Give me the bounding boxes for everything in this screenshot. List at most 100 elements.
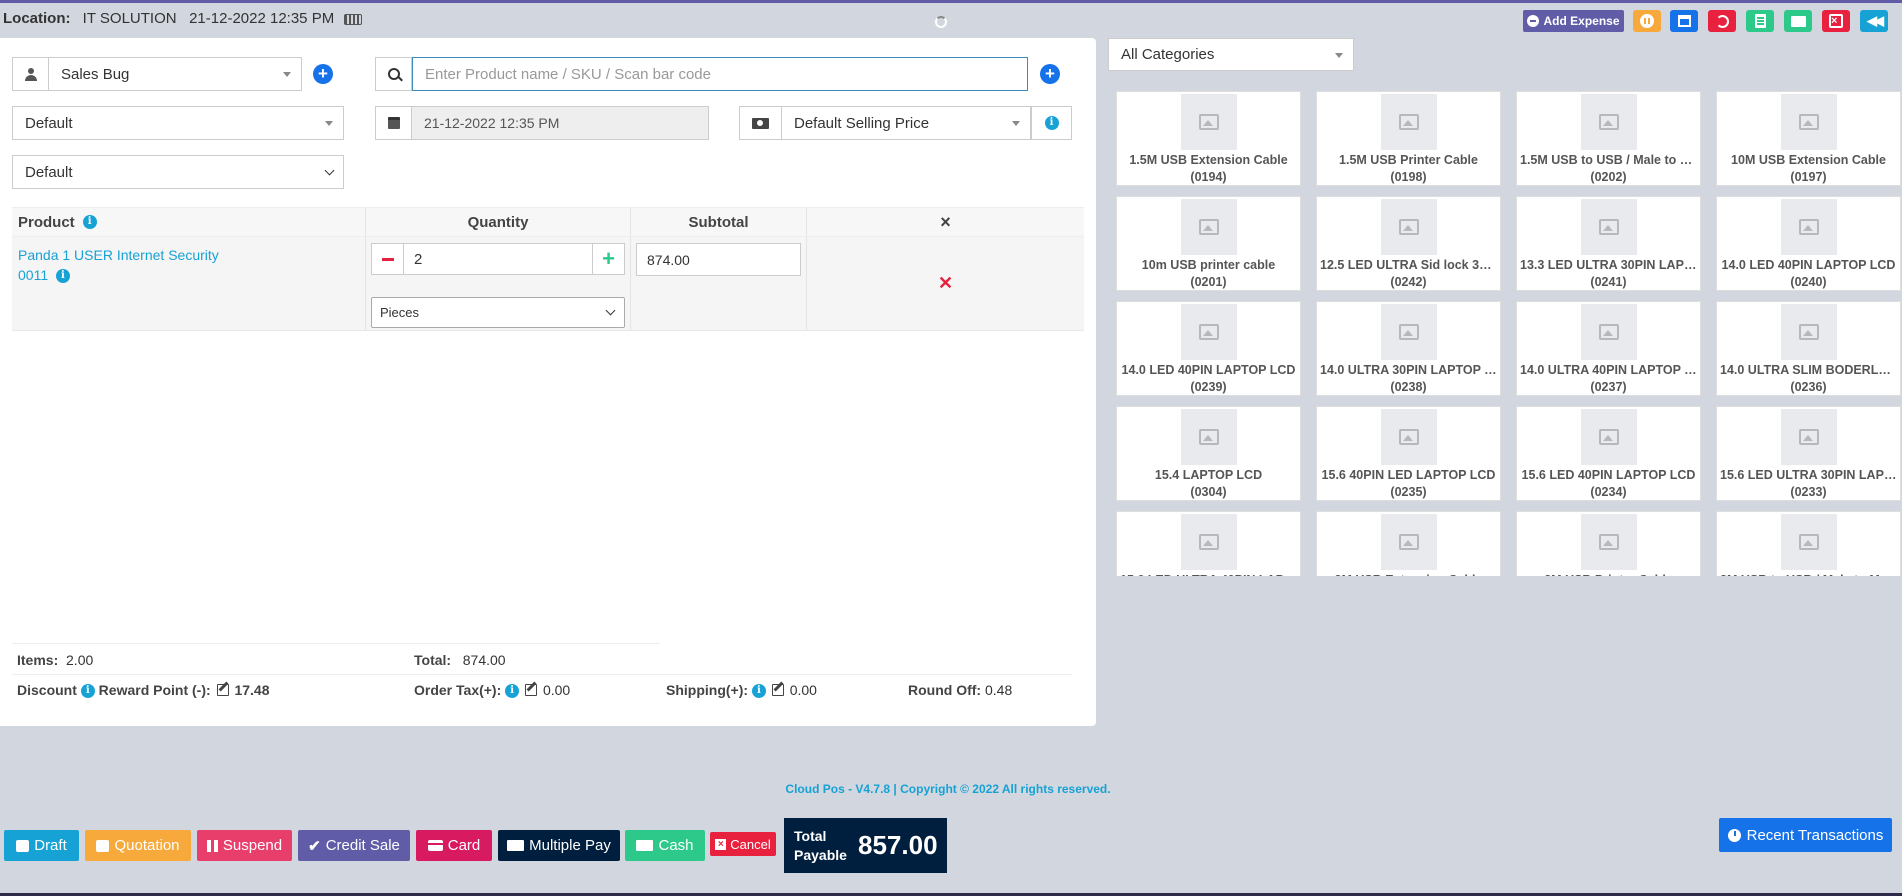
- price-group-select[interactable]: Default: [12, 106, 344, 140]
- category-select[interactable]: All Categories: [1108, 38, 1354, 71]
- round-off: Round Off: 0.48: [908, 682, 1012, 698]
- product-image: [1780, 409, 1837, 465]
- unit-value: Pieces: [380, 305, 420, 320]
- decrease-qty-button[interactable]: [372, 244, 404, 274]
- add-product-icon[interactable]: +: [1040, 64, 1060, 84]
- close-icon: ×: [715, 838, 727, 850]
- close-register-button[interactable]: ×: [1822, 10, 1850, 32]
- product-card[interactable]: 15.6 LED ULTRA 40PIN LAPTOP: [1116, 511, 1301, 576]
- product-card-name: 14.0 ULTRA 30PIN LAPTOP LCD: [1320, 363, 1500, 377]
- divider: [12, 643, 660, 644]
- customer-select[interactable]: Sales Bug: [12, 57, 302, 91]
- product-card-name: 14.0 LED 40PIN LAPTOP LCD: [1121, 363, 1296, 377]
- product-card-name: 15.6 LED ULTRA 30PIN LAPTOP LCD: [1720, 468, 1900, 482]
- total-value: 874.00: [462, 652, 506, 668]
- price-group-info-button[interactable]: i: [1031, 106, 1072, 140]
- product-card-name: 13.3 LED ULTRA 30PIN LAPTOP LCD: [1520, 258, 1700, 272]
- info-icon[interactable]: i: [80, 684, 95, 699]
- total-label: Total:: [414, 652, 452, 668]
- quotation-button[interactable]: Quotation: [85, 830, 191, 861]
- product-image: [1180, 304, 1237, 360]
- unit-select[interactable]: Pieces: [371, 297, 625, 328]
- card-button[interactable]: Card: [416, 830, 492, 861]
- image-placeholder-icon: [1798, 534, 1819, 550]
- column-subtotal: Subtotal: [631, 208, 807, 236]
- shipping: Shipping(+): i 0.00: [666, 682, 817, 699]
- info-icon[interactable]: i: [82, 215, 97, 229]
- image-placeholder-icon: [1598, 324, 1619, 340]
- calendar-icon: [387, 117, 400, 129]
- multiple-pay-button[interactable]: Multiple Pay: [498, 830, 620, 861]
- product-card[interactable]: 10M USB Extension Cable (0197): [1716, 91, 1901, 186]
- product-card[interactable]: 12.5 LED ULTRA Sid lock 30PIN (0242): [1316, 196, 1501, 291]
- keyboard-icon[interactable]: [344, 13, 363, 25]
- product-card[interactable]: 13.3 LED ULTRA 30PIN LAPTOP LCD (0241): [1516, 196, 1701, 291]
- product-card-sku: (0240): [1790, 275, 1827, 289]
- add-expense-button[interactable]: Add Expense: [1523, 10, 1624, 32]
- product-image: [1580, 514, 1637, 570]
- edit-icon[interactable]: [771, 684, 784, 696]
- cancel-label: Cancel: [730, 836, 771, 852]
- recent-transactions-button[interactable]: Recent Transactions: [1719, 818, 1892, 852]
- product-card-name: 15.4 LAPTOP LCD: [1154, 468, 1263, 482]
- draft-button[interactable]: Draft: [4, 830, 79, 861]
- cancel-button[interactable]: × Cancel: [710, 832, 776, 856]
- selling-price-group-select[interactable]: Default Selling Price: [739, 106, 1031, 140]
- image-placeholder-icon: [1398, 429, 1419, 445]
- product-card[interactable]: 2M USB Extension Cable: [1316, 511, 1501, 576]
- product-name-link[interactable]: Panda 1 USER Internet Security: [18, 245, 359, 265]
- product-card-name: 14.0 ULTRA SLIM BODERLESS LCD: [1720, 363, 1900, 377]
- product-card[interactable]: 2M USB Printer Cable: [1516, 511, 1701, 576]
- briefcase-button[interactable]: [1784, 10, 1812, 32]
- product-card-sku: (0236): [1790, 380, 1827, 394]
- product-card[interactable]: 14.0 ULTRA 30PIN LAPTOP LCD (0238): [1316, 301, 1501, 396]
- remove-row-button[interactable]: ✕: [807, 237, 1084, 330]
- service-type-select[interactable]: Default: [12, 155, 344, 189]
- pause-icon: [1640, 14, 1654, 28]
- product-card-name: 2M USB Printer Cable: [1517, 573, 1700, 576]
- product-card[interactable]: 14.0 ULTRA 40PIN LAPTOP LCD (0237): [1516, 301, 1701, 396]
- round-off-label: Round Off:: [908, 682, 982, 698]
- image-placeholder-icon: [1598, 429, 1619, 445]
- info-icon[interactable]: i: [55, 269, 70, 284]
- undo-button[interactable]: [1708, 10, 1736, 32]
- product-card[interactable]: 2M USB to USB / Male to Male: [1716, 511, 1901, 576]
- register-details-button[interactable]: [1670, 10, 1698, 32]
- image-placeholder-icon: [1398, 534, 1419, 550]
- edit-icon[interactable]: [216, 684, 229, 696]
- caret-down-icon: [325, 121, 333, 126]
- product-image: [1380, 199, 1437, 255]
- info-icon[interactable]: i: [751, 684, 766, 699]
- product-card[interactable]: 15.6 40PIN LED LAPTOP LCD (0235): [1316, 406, 1501, 501]
- transaction-date-input[interactable]: 21-12-2022 12:35 PM: [412, 107, 708, 139]
- info-icon[interactable]: i: [505, 684, 520, 699]
- card-label: Card: [447, 837, 481, 854]
- product-card[interactable]: 15.6 LED ULTRA 30PIN LAPTOP LCD (0233): [1716, 406, 1901, 501]
- calculator-button[interactable]: [1746, 10, 1774, 32]
- customer-value: Sales Bug: [61, 65, 130, 83]
- product-card[interactable]: 14.0 ULTRA SLIM BODERLESS LCD (0236): [1716, 301, 1901, 396]
- suspend-button[interactable]: Suspend: [197, 830, 292, 861]
- window-icon: [1677, 15, 1691, 27]
- product-search-input[interactable]: Enter Product name / SKU / Scan bar code: [412, 57, 1028, 91]
- product-card[interactable]: 14.0 LED 40PIN LAPTOP LCD (0239): [1116, 301, 1301, 396]
- edit-icon[interactable]: [525, 684, 538, 696]
- product-card[interactable]: 15.4 LAPTOP LCD (0304): [1116, 406, 1301, 501]
- increase-qty-button[interactable]: +: [592, 244, 624, 274]
- cash-button[interactable]: Cash: [625, 830, 705, 861]
- product-image: [1780, 304, 1837, 360]
- product-card[interactable]: 1.5M USB to USB / Male to Male (0202): [1516, 91, 1701, 186]
- add-customer-icon[interactable]: +: [313, 64, 333, 84]
- product-card[interactable]: 10m USB printer cable (0201): [1116, 196, 1301, 291]
- total-payable: Total Payable 857.00: [784, 818, 947, 873]
- quantity-input[interactable]: 2: [404, 244, 592, 274]
- credit-sale-button[interactable]: ✔ Credit Sale: [298, 830, 410, 861]
- back-button[interactable]: ◀◀: [1860, 10, 1888, 32]
- subtotal-input[interactable]: 874.00: [636, 243, 801, 276]
- cart-table: Product i Quantity Subtotal × Panda 1 US…: [12, 207, 1084, 331]
- product-card[interactable]: 15.6 LED 40PIN LAPTOP LCD (0234): [1516, 406, 1701, 501]
- pause-button[interactable]: [1633, 10, 1661, 32]
- product-card[interactable]: 1.5M USB Printer Cable (0198): [1316, 91, 1501, 186]
- product-card[interactable]: 1.5M USB Extension Cable (0194): [1116, 91, 1301, 186]
- product-card[interactable]: 14.0 LED 40PIN LAPTOP LCD (0240): [1716, 196, 1901, 291]
